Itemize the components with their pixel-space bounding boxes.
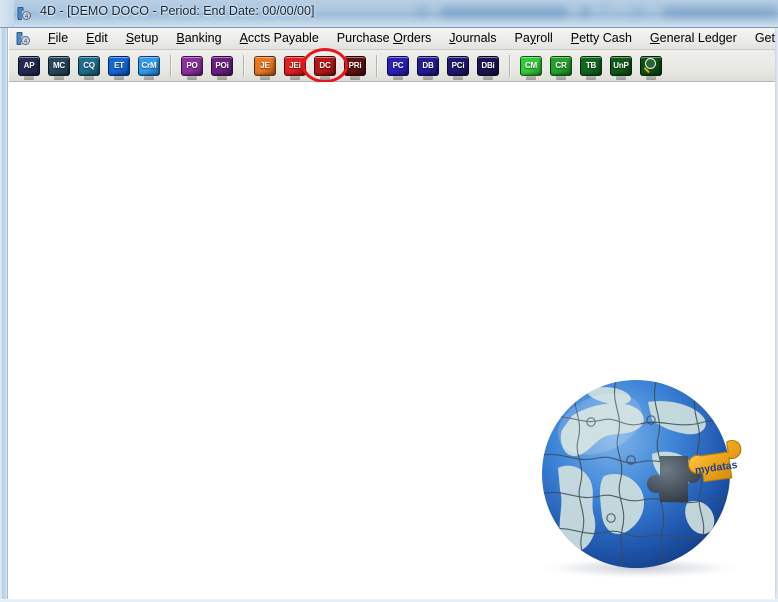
toolbar-button-label: CM bbox=[524, 60, 538, 70]
4d-app-icon: 4 bbox=[16, 5, 34, 23]
toolbar-button-cr[interactable]: CR bbox=[550, 55, 572, 76]
menu-item-petty-cash[interactable]: Petty Cash bbox=[562, 29, 641, 48]
toolbar-button-label: CR bbox=[555, 60, 567, 70]
menu-item-edit[interactable]: Edit bbox=[77, 29, 117, 48]
toolbar-button-label: DB bbox=[422, 60, 434, 70]
menu-item-get-support[interactable]: Get Support bbox=[746, 29, 778, 48]
toolbar-button-label: CrM bbox=[141, 60, 157, 70]
glass-blur-artifact bbox=[580, 6, 590, 18]
toolbar-separator bbox=[170, 54, 172, 77]
toolbar: AP MC CQ ET CrM PO POi JE JEi DC PRi PC DB PCi DBi CM CR… bbox=[9, 50, 775, 82]
toolbar-button-label: AP bbox=[23, 60, 35, 70]
title-bar[interactable]: 4 4D - [DEMO DOCO - Period: End Date: 00… bbox=[0, 0, 778, 28]
menu-item-banking[interactable]: Banking bbox=[167, 29, 230, 48]
toolbar-button-label: PCi bbox=[451, 60, 465, 70]
toolbar-button-label: JEi bbox=[289, 60, 301, 70]
toolbar-button-je[interactable]: JE bbox=[254, 55, 276, 76]
toolbar-button-pc[interactable]: PC bbox=[387, 55, 409, 76]
toolbar-button-cm[interactable]: CM bbox=[520, 55, 542, 76]
4d-menu-icon: 4 bbox=[15, 30, 33, 48]
glass-blur-artifact bbox=[440, 6, 568, 18]
glass-blur-artifact bbox=[662, 6, 778, 18]
toolbar-button-pci[interactable]: PCi bbox=[447, 55, 469, 76]
toolbar-button-tb[interactable]: TB bbox=[580, 55, 602, 76]
toolbar-button-db[interactable]: DB bbox=[417, 55, 439, 76]
toolbar-separator bbox=[376, 54, 378, 77]
toolbar-button-pri[interactable]: PRi bbox=[344, 55, 366, 76]
toolbar-button-cq[interactable]: CQ bbox=[78, 55, 100, 76]
title-bar-left-edge bbox=[0, 0, 14, 27]
application-window: 4 4D - [DEMO DOCO - Period: End Date: 00… bbox=[0, 0, 778, 602]
menu-bar: 4 File Edit Setup Banking Accts Payable Purch… bbox=[9, 28, 778, 50]
toolbar-button-ap[interactable]: AP bbox=[18, 55, 40, 76]
toolbar-button-label: TB bbox=[585, 60, 597, 70]
toolbar-button-label: DBi bbox=[481, 60, 495, 70]
toolbar-button-label: CQ bbox=[83, 60, 95, 70]
toolbar-button-crm[interactable]: CrM bbox=[138, 55, 160, 76]
toolbar-button-po[interactable]: PO bbox=[181, 55, 203, 76]
menu-item-general-ledger[interactable]: General Ledger bbox=[641, 29, 746, 48]
window-title: 4D - [DEMO DOCO - Period: End Date: 00/0… bbox=[40, 4, 315, 18]
toolbar-button-label: MC bbox=[52, 60, 66, 70]
menu-item-purchase-orders[interactable]: Purchase Orders bbox=[328, 29, 441, 48]
window-left-border bbox=[0, 28, 8, 602]
mydatas-globe-logo: mydatas bbox=[528, 372, 775, 587]
glass-blur-artifact bbox=[415, 7, 429, 17]
toolbar-button-label: PRi bbox=[348, 60, 362, 70]
toolbar-button-label: JE bbox=[260, 60, 270, 70]
glass-blur-artifact bbox=[600, 2, 610, 13]
toolbar-button-label: DC bbox=[319, 60, 331, 70]
glass-blur-artifact bbox=[630, 7, 646, 17]
toolbar-button-label: POi bbox=[215, 60, 229, 70]
toolbar-button-et[interactable]: ET bbox=[108, 55, 130, 76]
toolbar-button-label: PC bbox=[392, 60, 404, 70]
toolbar-button-unp[interactable]: UnP bbox=[610, 55, 632, 76]
toolbar-button-dc[interactable]: DC bbox=[314, 55, 336, 76]
menu-item-journals[interactable]: Journals bbox=[440, 29, 505, 48]
toolbar-button-jei[interactable]: JEi bbox=[284, 55, 306, 76]
menu-item-accts-payable[interactable]: Accts Payable bbox=[231, 29, 328, 48]
toolbar-button-label: ET bbox=[114, 60, 124, 70]
toolbar-button-search[interactable] bbox=[640, 55, 662, 76]
menu-item-file[interactable]: File bbox=[39, 29, 77, 48]
client-area: mydatas bbox=[9, 82, 775, 599]
toolbar-button-dbi[interactable]: DBi bbox=[477, 55, 499, 76]
menu-item-payroll[interactable]: Payroll bbox=[506, 29, 562, 48]
toolbar-separator bbox=[243, 54, 245, 77]
menu-item-setup[interactable]: Setup bbox=[117, 29, 168, 48]
toolbar-button-label: PO bbox=[186, 60, 198, 70]
magnifier-icon bbox=[643, 58, 659, 74]
toolbar-button-poi[interactable]: POi bbox=[211, 55, 233, 76]
toolbar-button-label: UnP bbox=[613, 60, 629, 70]
toolbar-button-mc[interactable]: MC bbox=[48, 55, 70, 76]
toolbar-separator bbox=[509, 54, 511, 77]
